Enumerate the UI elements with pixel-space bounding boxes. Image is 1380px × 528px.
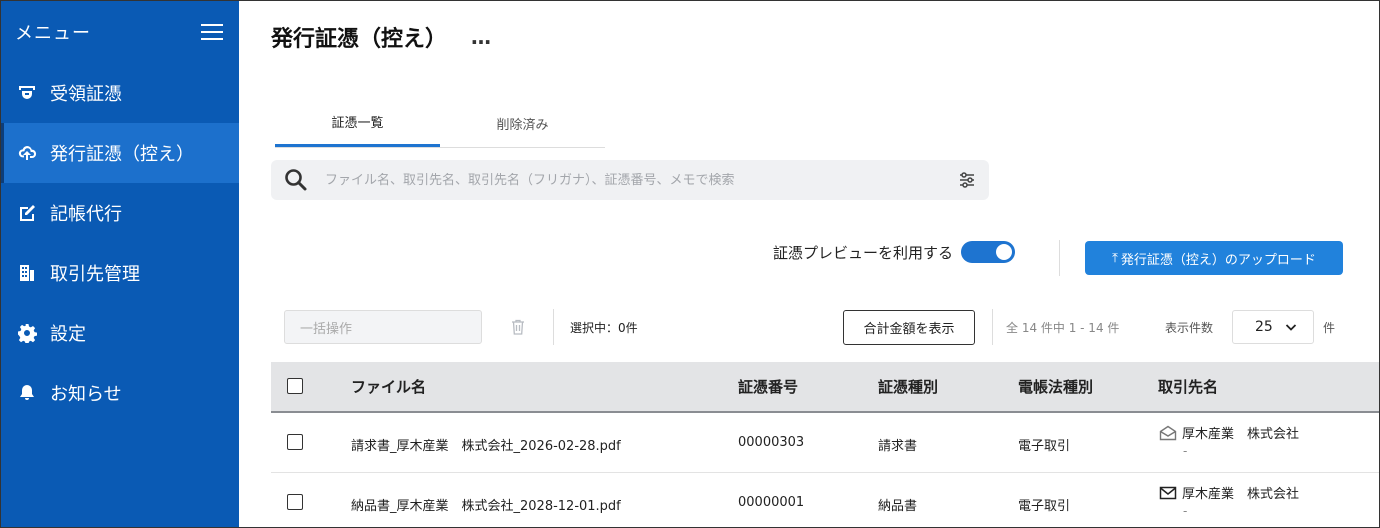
upload-button-label: 発行証憑（控え）のアップロード: [1120, 252, 1316, 268]
search-input[interactable]: [325, 172, 925, 188]
envelope-open-icon: [1159, 425, 1177, 440]
toggle-knob: [996, 244, 1013, 260]
partner-name: 厚木産業 株式会社: [1182, 427, 1300, 442]
sidebar-item-label: 受領証憑: [50, 84, 122, 105]
tab-bar: 証憑一覧 削除済み: [275, 99, 605, 148]
divider: [1059, 240, 1060, 276]
divider: [553, 309, 554, 345]
partner-sub: -: [1183, 504, 1188, 518]
receive-icon: [17, 83, 37, 103]
sidebar-item-label: 発行証憑（控え）: [50, 144, 194, 165]
tab-document-list[interactable]: 証憑一覧: [275, 99, 440, 147]
partner-sub: -: [1183, 444, 1188, 458]
divider: [992, 309, 993, 345]
row-checkbox[interactable]: [287, 494, 303, 510]
cell-file-name[interactable]: 納品書_厚木産業 株式会社_2028-12-01.pdf: [351, 495, 621, 514]
cell-law-type: 電子取引: [1018, 439, 1071, 454]
sidebar-item-issued[interactable]: 発行証憑（控え）: [1, 123, 239, 183]
cell-partner: 厚木産業 株式会社 -: [1159, 423, 1299, 458]
cell-document-type: 納品書: [878, 499, 918, 514]
upload-cloud-icon: [17, 143, 37, 163]
column-header-number[interactable]: 証憑番号: [738, 376, 798, 397]
select-all-checkbox[interactable]: [287, 378, 303, 394]
edit-note-icon: [17, 203, 37, 223]
table-header: ファイル名 証憑番号 証憑種別 電帳法種別 取引先名: [271, 362, 1379, 413]
search-icon: [285, 169, 307, 191]
upload-issued-document-button[interactable]: ⤒ 発行証憑（控え）のアップロード: [1085, 241, 1343, 275]
per-page-unit: 件: [1323, 321, 1336, 335]
gear-icon: [17, 323, 37, 343]
table-row[interactable]: 請求書_厚木産業 株式会社_2026-02-28.pdf 00000303 請求…: [271, 413, 1379, 473]
result-range-text: 全 14 件中 1 - 14 件: [1006, 321, 1120, 335]
cell-document-number: 00000303: [738, 435, 805, 450]
partner-name: 厚木産業 株式会社: [1182, 487, 1300, 502]
trash-icon[interactable]: [511, 319, 525, 335]
per-page-value: 25: [1255, 319, 1273, 335]
sidebar-item-settings[interactable]: 設定: [1, 303, 239, 363]
more-options-icon[interactable]: …: [471, 25, 492, 49]
per-page-select[interactable]: 25: [1232, 310, 1314, 344]
sidebar-item-partners[interactable]: 取引先管理: [1, 243, 239, 303]
page-title: 発行証憑（控え）: [271, 27, 448, 52]
sidebar-item-label: 記帳代行: [50, 204, 122, 225]
main-content: 発行証憑（控え） … 証憑一覧 削除済み 証憑プレビューを利用する: [239, 1, 1379, 527]
column-header-file[interactable]: ファイル名: [351, 376, 426, 397]
app-window: メニュー 受領証憑 発行証憑（控え） 記帳代行 取引先管理 設定 お知らせ 発行…: [0, 0, 1380, 528]
selected-count: 選択中：0件: [570, 321, 638, 335]
column-header-type[interactable]: 証憑種別: [878, 376, 938, 397]
sidebar-header: メニュー: [1, 1, 239, 63]
sidebar-item-received[interactable]: 受領証憑: [1, 63, 239, 123]
cell-law-type: 電子取引: [1018, 499, 1071, 514]
documents-table: ファイル名 証憑番号 証憑種別 電帳法種別 取引先名 請求書_厚木産業 株式会社…: [271, 362, 1379, 527]
sidebar: メニュー 受領証憑 発行証憑（控え） 記帳代行 取引先管理 設定 お知らせ: [1, 1, 239, 527]
chevron-down-icon: [1285, 324, 1297, 331]
sidebar-item-label: 設定: [50, 324, 86, 345]
tab-deleted[interactable]: 削除済み: [440, 99, 605, 147]
preview-toggle-label: 証憑プレビューを利用する: [773, 243, 954, 262]
search-bar: [271, 160, 989, 200]
column-header-partner[interactable]: 取引先名: [1158, 376, 1218, 397]
envelope-icon: [1159, 486, 1177, 499]
hamburger-menu-icon[interactable]: [201, 23, 223, 41]
menu-title: メニュー: [15, 23, 91, 44]
cell-document-number: 00000001: [738, 495, 805, 510]
table-row[interactable]: 納品書_厚木産業 株式会社_2028-12-01.pdf 00000001 納品…: [271, 473, 1379, 527]
sidebar-item-bookkeeping[interactable]: 記帳代行: [1, 183, 239, 243]
per-page-label: 表示件数: [1165, 321, 1214, 335]
bell-icon: [17, 383, 37, 403]
sidebar-item-notifications[interactable]: お知らせ: [1, 363, 239, 423]
show-total-amount-button[interactable]: 合計金額を表示: [843, 310, 975, 345]
filter-settings-icon[interactable]: [957, 170, 977, 190]
sidebar-item-label: 取引先管理: [50, 264, 140, 285]
building-icon: [17, 263, 37, 283]
bulk-action-select[interactable]: 一括操作: [284, 310, 482, 344]
preview-toggle[interactable]: [961, 241, 1016, 263]
page-header: 発行証憑（控え） …: [271, 21, 492, 53]
preview-toggle-row: 証憑プレビューを利用する: [773, 241, 1016, 263]
sidebar-item-label: お知らせ: [50, 384, 122, 405]
column-header-law[interactable]: 電帳法種別: [1018, 376, 1093, 397]
cell-file-name[interactable]: 請求書_厚木産業 株式会社_2026-02-28.pdf: [351, 435, 621, 454]
upload-arrow-icon: ⤒: [1112, 250, 1118, 266]
cell-document-type: 請求書: [878, 439, 918, 454]
row-checkbox[interactable]: [287, 434, 303, 450]
cell-partner: 厚木産業 株式会社 -: [1159, 483, 1299, 518]
